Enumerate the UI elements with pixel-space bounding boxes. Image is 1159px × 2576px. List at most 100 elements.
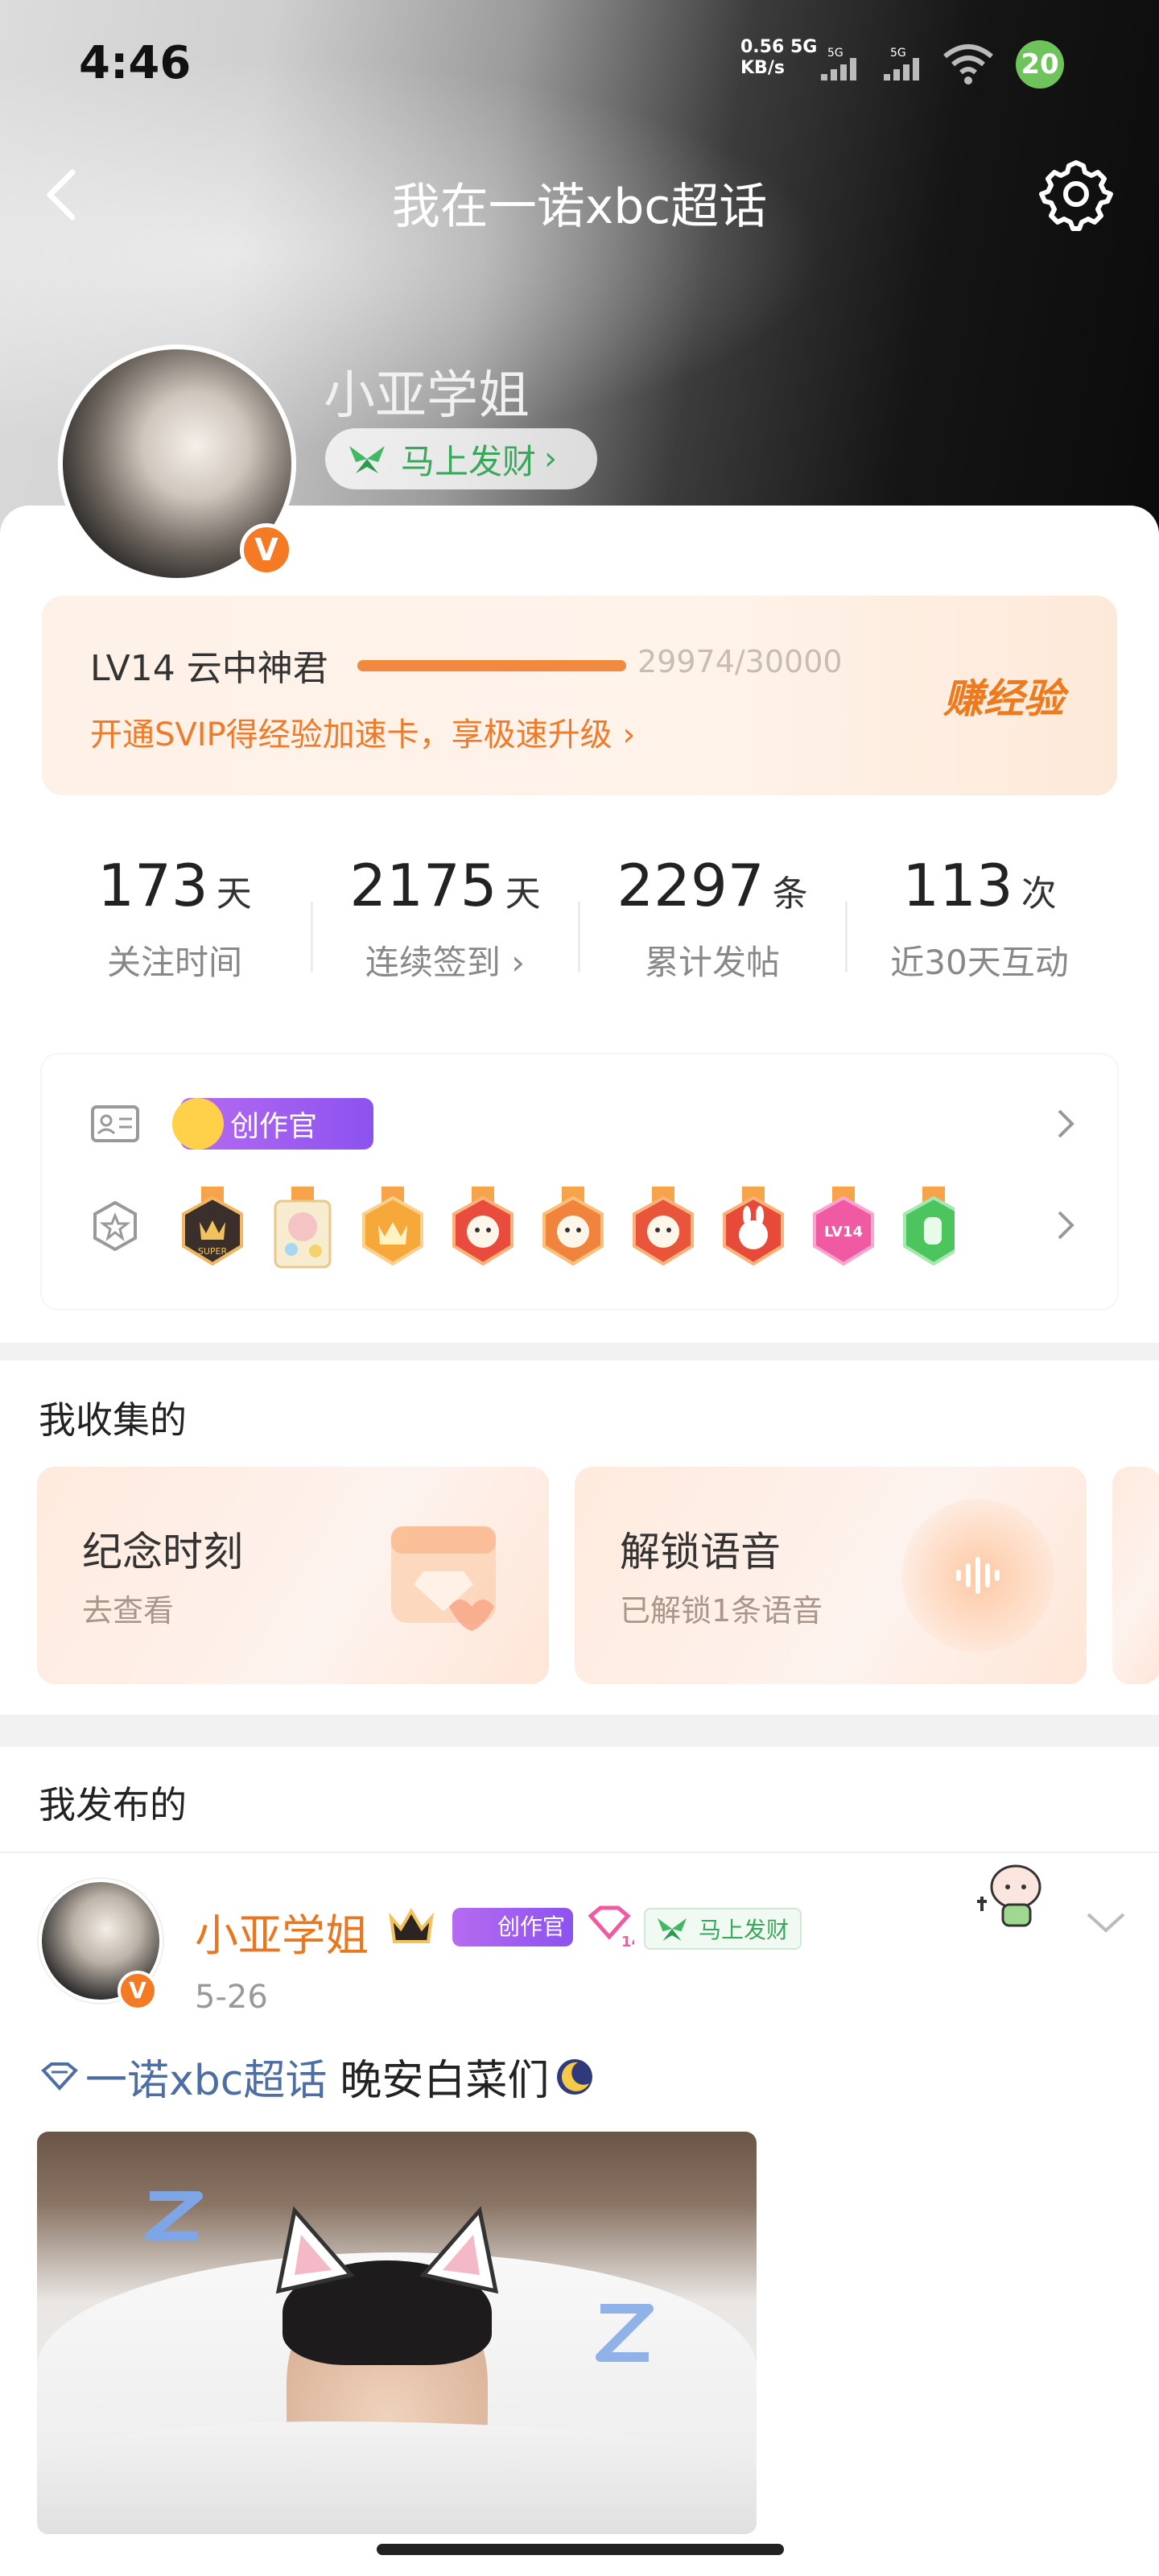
creator-badge[interactable]: 创作官: [172, 1098, 373, 1150]
crown-medal-icon[interactable]: [357, 1187, 428, 1270]
chevron-right-icon[interactable]: [1050, 1201, 1082, 1249]
id-card-icon: [91, 1105, 139, 1142]
stat-value: 113: [902, 852, 1013, 919]
post-author-name[interactable]: 小亚学姐: [195, 1900, 369, 1963]
stat-unit: 天: [216, 873, 252, 914]
fortune-label: 马上发财: [401, 441, 537, 481]
post-text: 晚安白菜们: [340, 2057, 550, 2105]
collection-card-voice[interactable]: 解锁语音 已解锁1条语音: [575, 1467, 1087, 1684]
level-progress-bar: [357, 660, 626, 671]
cat-medal-2-icon[interactable]: [538, 1187, 608, 1270]
stat-unit: 天: [505, 873, 541, 914]
stat-checkin-days[interactable]: 2175 天 连续签到 ›: [312, 852, 578, 985]
stat-unit: 次: [1021, 873, 1057, 914]
sleep-z-icon: [145, 2191, 203, 2241]
level-progress-fill: [357, 660, 626, 671]
card-medal-icon[interactable]: [267, 1187, 338, 1270]
collections-title: 我收集的: [39, 1398, 187, 1442]
stat-value: 173: [97, 852, 208, 919]
diamond-icon: [41, 2062, 78, 2091]
page-title: 我在一诺xbc超话: [391, 179, 768, 235]
network-speed: 0.56 5G KB/s: [740, 37, 817, 79]
net-type-label: 5G: [790, 37, 818, 57]
top-navigation-bar: 我在一诺xbc超话: [0, 153, 1159, 235]
verified-badge: V: [240, 523, 293, 576]
fortune-badge-button[interactable]: 马上发财 ›: [325, 428, 597, 489]
signal-icon-2: 5G: [884, 47, 919, 80]
level-progress-value: 29974/30000: [637, 644, 843, 679]
level-badge-number: 14: [621, 1934, 634, 1950]
stat-label: 近30天互动: [890, 943, 1069, 982]
post-verified-badge: V: [118, 1971, 158, 2011]
sleep-z-icon-2: [596, 2304, 654, 2362]
badges-panel: 创作官 SUPER LV14: [42, 1055, 1117, 1309]
lv14-medal-icon[interactable]: LV14: [808, 1187, 879, 1270]
hand-medal-icon[interactable]: [898, 1187, 955, 1270]
post-fortune-badge[interactable]: 马上发财: [644, 1908, 802, 1950]
post-topic-link[interactable]: 一诺xbc超话: [39, 2046, 327, 2107]
post-image[interactable]: [37, 2132, 757, 2534]
fortune-chevron-icon: ›: [544, 440, 558, 477]
signal-icon: 5G: [821, 47, 856, 80]
cat-ear-right: [419, 2206, 499, 2294]
battery-indicator: 20: [1016, 40, 1064, 89]
posts-title: 我发布的: [39, 1783, 187, 1827]
creator-mascot-icon: [172, 1098, 224, 1150]
home-indicator[interactable]: [377, 2544, 784, 2555]
status-time: 4:46: [79, 37, 192, 89]
rabbit-medal-icon[interactable]: [718, 1187, 789, 1270]
post-fortune-label: 马上发财: [699, 1917, 790, 1943]
stat-total-posts: 2297 条 累计发帖: [580, 852, 845, 985]
calendar-gem-icon: [391, 1526, 496, 1631]
earn-exp-button[interactable]: 赚经验: [943, 667, 1064, 724]
lv14-medal-text: LV14: [824, 1224, 863, 1241]
crown-icon: [389, 1908, 434, 1943]
level-gem-icon: 14: [588, 1905, 634, 1950]
clover-icon: [658, 1918, 687, 1941]
level-panel[interactable]: LV14 云中神君 29974/30000 开通SVIP得经验加速卡，享极速升级…: [42, 596, 1117, 795]
stat-label: 连续签到 ›: [365, 943, 526, 982]
post-topic-text: 一诺xbc超话: [85, 2057, 328, 2105]
cat-ear-left: [275, 2206, 355, 2294]
svg-text:SUPER: SUPER: [198, 1246, 228, 1257]
collection-card-next[interactable]: [1112, 1467, 1159, 1684]
post-content: 一诺xbc超话 晚安白菜们: [39, 2046, 596, 2107]
stat-value: 2297: [617, 852, 765, 919]
blanket-shape: [37, 2421, 757, 2534]
medal-outline-icon: [93, 1200, 137, 1252]
stats-row: 173 天 关注时间 2175 天 连续签到 › 2297 条 累计发帖 113 次 近…: [42, 828, 1117, 1029]
chevron-down-icon[interactable]: [1083, 1908, 1128, 1937]
mascot-sticker-icon: [977, 1864, 1041, 1927]
net-speed-value: 0.56: [740, 37, 785, 57]
collection-card-moments[interactable]: 纪念时刻 去查看: [37, 1467, 549, 1684]
collection-title: 解锁语音: [620, 1529, 781, 1575]
svip-promo-text: 开通SVIP得经验加速卡，享极速升级: [90, 716, 612, 753]
collection-subtitle: 已解锁1条语音: [620, 1593, 823, 1629]
settings-gear-icon[interactable]: [1038, 156, 1114, 232]
moon-emoji-icon: [557, 2058, 593, 2095]
soundwave-icon: [956, 1557, 1000, 1594]
profile-username: 小亚学姐: [324, 366, 530, 426]
creator-label: 创作官: [230, 1110, 318, 1143]
stat-value: 2175: [349, 852, 497, 919]
stat-label: 关注时间: [106, 943, 242, 982]
stat-follow-days: 173 天 关注时间: [42, 852, 307, 985]
cat-medal-3-icon[interactable]: [628, 1187, 699, 1270]
level-title: LV14 云中神君: [90, 648, 328, 689]
clover-icon: [349, 446, 385, 473]
cat-medal-1-icon[interactable]: [448, 1187, 518, 1270]
status-bar: 4:46 0.56 5G KB/s 5G 5G 20: [0, 0, 1159, 129]
post-date: 5-26: [195, 1979, 268, 2016]
svip-chevron-icon: ›: [622, 716, 636, 753]
collection-subtitle: 去查看: [82, 1593, 175, 1629]
net-speed-unit: KB/s: [740, 58, 785, 78]
collection-title: 纪念时刻: [82, 1529, 243, 1575]
post-creator-badge[interactable]: 创作官: [452, 1908, 573, 1946]
stat-unit: 条: [772, 873, 808, 914]
wifi-icon: [943, 44, 993, 85]
stat-interactions: 113 次 近30天互动: [847, 852, 1112, 985]
super-medal-icon[interactable]: SUPER: [177, 1187, 248, 1270]
chevron-right-icon[interactable]: [1050, 1100, 1082, 1148]
svip-promo-link[interactable]: 开通SVIP得经验加速卡，享极速升级 ›: [90, 708, 635, 755]
svg-text:5G: 5G: [827, 47, 843, 60]
